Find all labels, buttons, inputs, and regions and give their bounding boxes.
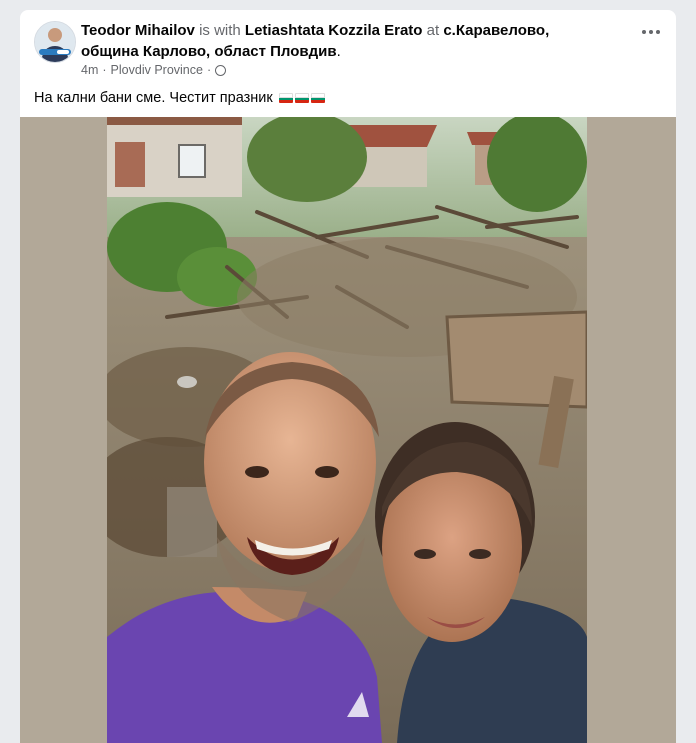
at-label: at [422, 22, 444, 39]
post-body: На кални бани сме. Честит празник [34, 90, 325, 106]
meta-separator: · [102, 63, 107, 77]
post-location-label[interactable]: Plovdiv Province [111, 63, 203, 77]
bulgaria-flag-icon [310, 93, 325, 103]
tagged-user-link[interactable]: Letiashtata Kozzila Erato [245, 22, 423, 39]
bulgaria-flag-icon [294, 93, 309, 103]
author-avatar[interactable] [34, 21, 76, 63]
globe-icon[interactable] [215, 64, 227, 76]
flag-emojis [278, 93, 325, 103]
photo-container[interactable] [20, 117, 676, 743]
post-header: Teodor Mihailov is with Letiashtata Kozz… [81, 20, 601, 62]
header-period: . [336, 43, 341, 60]
bulgaria-flag-icon [278, 93, 293, 103]
with-label: is with [194, 22, 245, 39]
post-card: Teodor Mihailov is with Letiashtata Kozz… [20, 10, 676, 743]
more-options-icon[interactable] [642, 30, 660, 34]
meta-separator-2: · [206, 63, 212, 77]
post-meta: 4m · Plovdiv Province · [81, 63, 227, 77]
post-timestamp[interactable]: 4m [81, 63, 98, 77]
author-name-link[interactable]: Teodor Mihailov [81, 22, 195, 39]
post-text: На кални бани сме. Честит празник [34, 90, 273, 106]
selfie-photo-illustration [107, 117, 587, 743]
post-photo[interactable] [107, 117, 587, 743]
